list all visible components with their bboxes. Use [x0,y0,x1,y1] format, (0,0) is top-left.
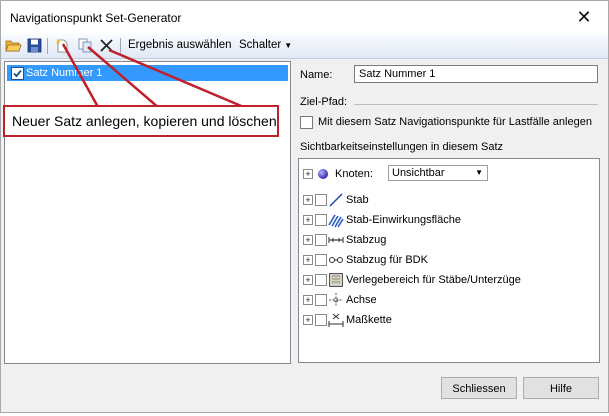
bar-load-area-icon [328,212,344,228]
toolbar: Ergebnis auswählen Schalter ▼ [1,34,608,59]
switch-menu-label: Schalter [239,39,282,51]
tree-item-stab-einwirkungsflaeche[interactable]: + Stab-Einwirkungsfläche [299,211,599,229]
annotation-text: Neuer Satz anlegen, kopieren und löschen [12,113,277,129]
expand-icon[interactable]: + [303,275,313,285]
tree-checkbox[interactable] [315,274,327,286]
expand-icon[interactable]: + [303,169,313,179]
tree-item-stab[interactable]: + Stab [299,191,599,209]
save-icon[interactable] [26,37,43,54]
tree-label: Verlegebereich für Stäbe/Unterzüge [346,274,521,286]
tree-checkbox[interactable] [315,214,327,226]
tree-label: Stabzug [346,234,387,246]
annotation-box: Neuer Satz anlegen, kopieren und löschen [3,105,279,137]
tree-label: Stab-Einwirkungsfläche [346,214,461,226]
tree-checkbox[interactable] [315,234,327,246]
window-title: Navigationspunkt Set-Generator [10,11,182,25]
help-button[interactable]: Hilfe [523,377,599,399]
expand-icon[interactable]: + [303,255,313,265]
expand-icon[interactable]: + [303,195,313,205]
tree-checkbox[interactable] [315,194,327,206]
toolbar-separator [47,38,48,54]
node-sphere-icon [315,166,331,182]
tree-checkbox[interactable] [315,254,327,266]
visibility-select[interactable]: Unsichtbar ▼ [388,165,488,181]
loadcase-checkbox[interactable] [300,116,313,129]
bar-chain-bdk-icon [328,252,344,268]
visibility-heading: Sichtbarkeitseinstellungen in diesem Sat… [300,141,504,153]
chevron-down-icon: ▼ [284,41,293,50]
expand-icon[interactable]: + [303,295,313,305]
path-label: Ziel-Pfad: [300,96,348,108]
set-checkbox[interactable] [11,67,24,80]
tree-label: Maßkette [346,314,392,326]
delete-icon[interactable] [98,37,115,54]
chevron-down-icon: ▼ [475,168,483,177]
tree-label: Stab [346,194,369,206]
axis-icon [328,292,344,308]
bar-line-icon [328,192,344,208]
tree-item-verlegebereich[interactable]: + Verlegebereich für Stäbe/Unterzüge [299,271,599,289]
name-label: Name: [300,69,333,81]
tree-label: Knoten: [335,168,373,180]
tree-item-knoten[interactable]: + Knoten: Unsichtbar ▼ [299,165,599,183]
tree-item-achse[interactable]: + Achse [299,291,599,309]
select-result-menu[interactable]: Ergebnis auswählen [128,39,232,51]
expand-icon[interactable]: + [303,235,313,245]
tree-label: Stabzug für BDK [346,254,428,266]
loadcase-checkbox-label: Mit diesem Satz Navigationspunkte für La… [318,116,592,128]
tree-label: Achse [346,294,377,306]
close-icon[interactable]: ✕ [574,7,594,27]
tree-item-stabzug-bdk[interactable]: + Stabzug für BDK [299,251,599,269]
visibility-tree: + Knoten: Unsichtbar ▼ + Stab + Stab-Ein… [298,158,600,363]
tree-item-masskette[interactable]: + Maßkette [299,311,599,329]
close-button[interactable]: Schliessen [441,377,517,399]
title-bar: Navigationspunkt Set-Generator ✕ [1,1,608,34]
switch-menu[interactable]: Schalter ▼ [239,39,292,51]
layout-area-icon [328,272,344,288]
copy-set-icon[interactable] [77,37,94,54]
toolbar-separator [120,38,121,54]
tree-checkbox[interactable] [315,294,327,306]
set-label: Satz Nummer 1 [26,67,103,79]
dimension-chain-icon [328,312,344,328]
expand-icon[interactable]: + [303,315,313,325]
dialog-window: Navigationspunkt Set-Generator ✕ Ergebni… [0,0,609,413]
path-field[interactable] [354,104,598,105]
visibility-select-value: Unsichtbar [392,167,445,179]
tree-item-stabzug[interactable]: + Stabzug [299,231,599,249]
tree-checkbox[interactable] [315,314,327,326]
bar-chain-icon [328,232,344,248]
expand-icon[interactable]: + [303,215,313,225]
name-input[interactable] [354,65,598,83]
open-folder-icon[interactable] [5,37,22,54]
new-set-icon[interactable] [54,37,71,54]
set-list-item[interactable]: Satz Nummer 1 [7,65,288,81]
